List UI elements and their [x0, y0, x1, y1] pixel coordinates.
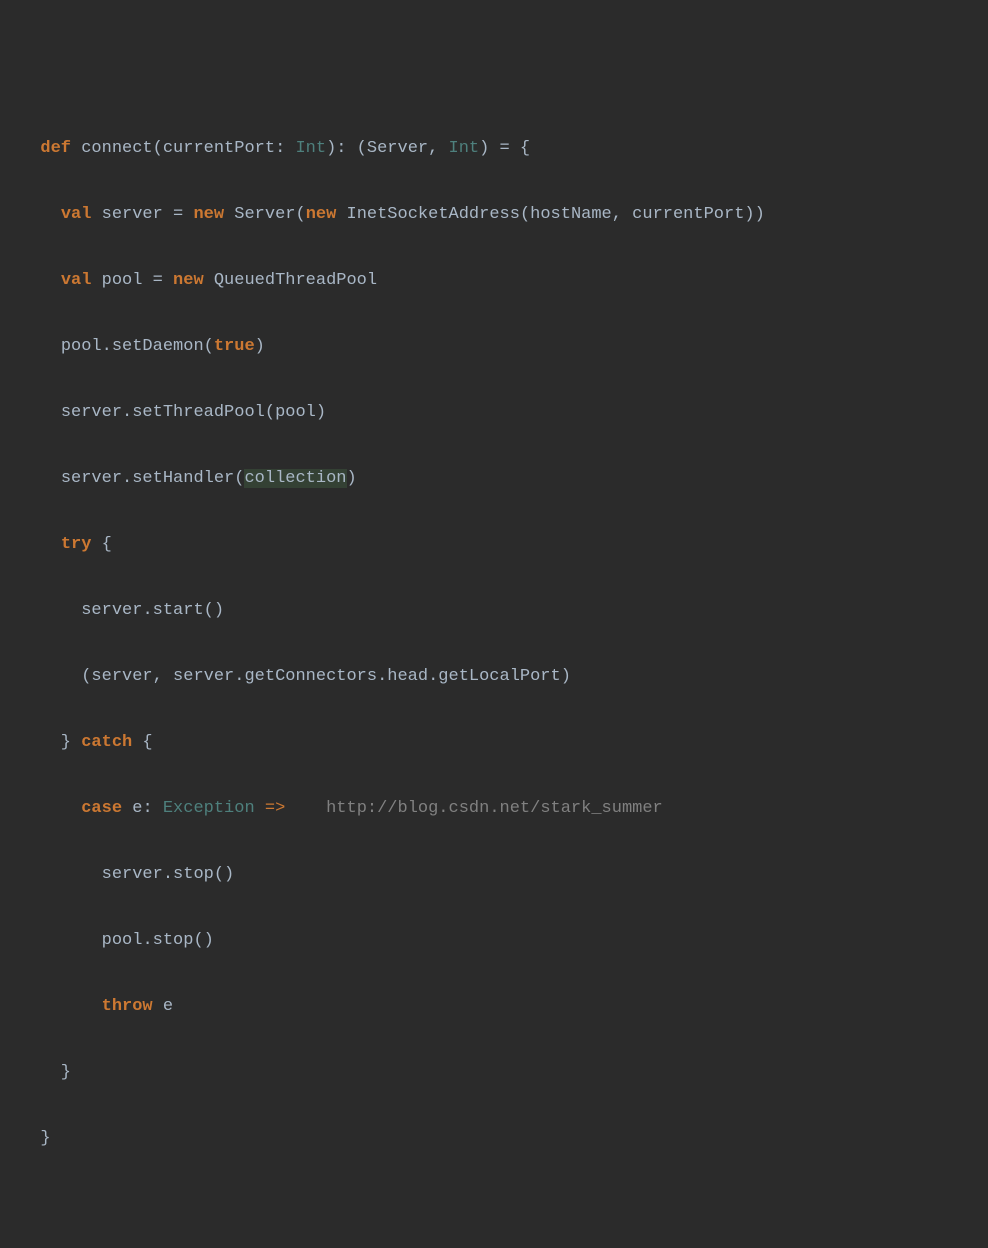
code-line-3: val pool = new QueuedThreadPool: [20, 264, 988, 297]
code-line-4: pool.setDaemon(true): [20, 330, 988, 363]
code-line-6: server.setHandler(collection): [20, 462, 988, 495]
keyword-val: val: [61, 205, 92, 224]
code-line-2: val server = new Server(new InetSocketAd…: [20, 198, 988, 231]
code-line-16: }: [20, 1122, 988, 1155]
keyword-def: def: [40, 139, 71, 158]
code-line-17: [20, 1188, 988, 1221]
code-line-12: server.stop(): [20, 858, 988, 891]
code-line-11: case e: Exception => http://blog.csdn.ne…: [20, 792, 988, 825]
watermark-url: http://blog.csdn.net/stark_summer: [326, 799, 663, 818]
code-line-7: try {: [20, 528, 988, 561]
function-name: connect: [81, 139, 152, 158]
code-line-14: throw e: [20, 990, 988, 1023]
code-line-5: server.setThreadPool(pool): [20, 396, 988, 429]
code-line-9: (server, server.getConnectors.head.getLo…: [20, 660, 988, 693]
highlighted-identifier: collection: [244, 469, 346, 488]
code-line-13: pool.stop(): [20, 924, 988, 957]
code-line-10: } catch {: [20, 726, 988, 759]
code-line-15: }: [20, 1056, 988, 1089]
code-line-1: def connect(currentPort: Int): (Server, …: [20, 132, 988, 165]
code-line-8: server.start(): [20, 594, 988, 627]
